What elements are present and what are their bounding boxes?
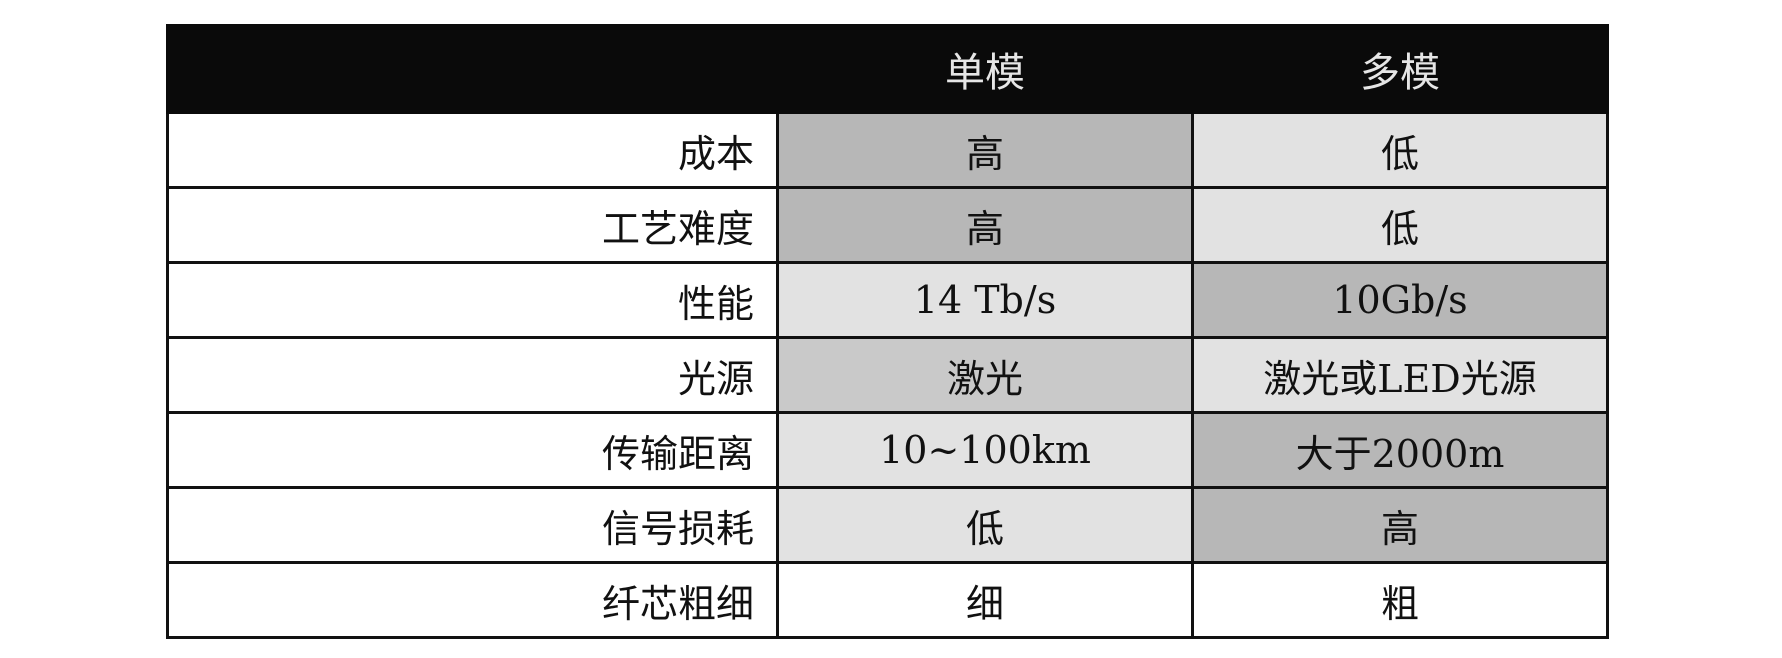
row-label-performance: 性能 — [166, 261, 779, 339]
cell-multi-transmission-distance: 大于2000m — [1191, 411, 1609, 489]
cell-multi-process-difficulty: 低 — [1191, 186, 1609, 264]
cell-multi-signal-loss: 高 — [1191, 486, 1609, 564]
cell-single-cost: 高 — [776, 111, 1194, 189]
header-row: 单模 多模 — [166, 24, 1609, 114]
row-label-process-difficulty: 工艺难度 — [166, 186, 779, 264]
cell-single-light-source: 激光 — [776, 336, 1194, 414]
fiber-mode-comparison-table: 单模 多模 成本 高 低 工艺难度 高 低 性能 14 Tb/s 10Gb/s … — [166, 24, 1609, 639]
table-row: 传输距离 10~100km 大于2000m — [166, 411, 1609, 489]
row-label-transmission-distance: 传输距离 — [166, 411, 779, 489]
header-multi-mode: 多模 — [1191, 24, 1609, 114]
row-label-cost: 成本 — [166, 111, 779, 189]
header-label-column — [166, 24, 779, 114]
table-row: 纤芯粗细 细 粗 — [166, 561, 1609, 639]
cell-single-core-thickness: 细 — [776, 561, 1194, 639]
cell-single-performance: 14 Tb/s — [776, 261, 1194, 339]
row-label-light-source: 光源 — [166, 336, 779, 414]
cell-single-transmission-distance: 10~100km — [776, 411, 1194, 489]
cell-multi-performance: 10Gb/s — [1191, 261, 1609, 339]
table-row: 光源 激光 激光或LED光源 — [166, 336, 1609, 414]
cell-multi-core-thickness: 粗 — [1191, 561, 1609, 639]
cell-single-signal-loss: 低 — [776, 486, 1194, 564]
row-label-signal-loss: 信号损耗 — [166, 486, 779, 564]
cell-multi-light-source: 激光或LED光源 — [1191, 336, 1609, 414]
table-row: 信号损耗 低 高 — [166, 486, 1609, 564]
row-label-core-thickness: 纤芯粗细 — [166, 561, 779, 639]
cell-single-process-difficulty: 高 — [776, 186, 1194, 264]
table-header: 单模 多模 — [166, 24, 1609, 114]
cell-multi-cost: 低 — [1191, 111, 1609, 189]
header-single-mode: 单模 — [776, 24, 1194, 114]
table-row: 成本 高 低 — [166, 111, 1609, 189]
table-row: 性能 14 Tb/s 10Gb/s — [166, 261, 1609, 339]
table-body: 成本 高 低 工艺难度 高 低 性能 14 Tb/s 10Gb/s 光源 激光 … — [166, 111, 1609, 639]
table-row: 工艺难度 高 低 — [166, 186, 1609, 264]
